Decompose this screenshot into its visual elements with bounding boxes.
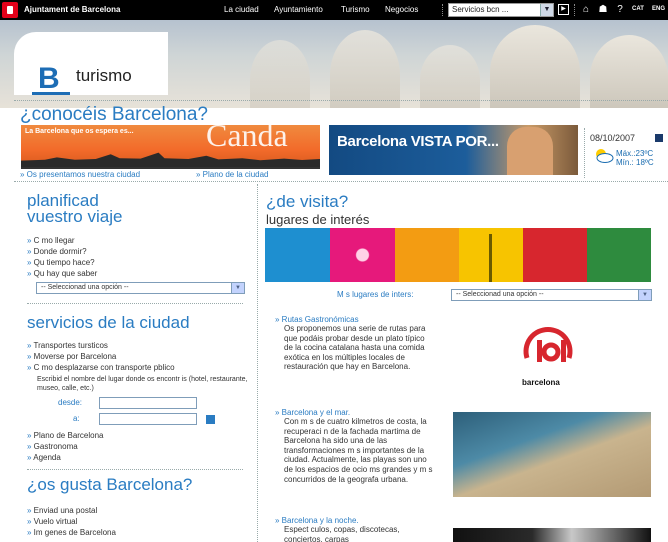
place-thumb-cablecar[interactable] [523,228,587,282]
sitemap-icon[interactable]: ☗ [597,4,609,16]
link-como-llegar[interactable]: » C mo llegar [27,236,75,245]
plan-heading-2: vuestro viaje [27,207,123,226]
services-select-value: Servicios bcn ... [452,5,509,14]
link-que-saber[interactable]: » Qu hay que saber [27,269,97,278]
a-label: a: [73,414,80,423]
hero-heading: ¿conocéis Barcelona? [20,104,208,125]
logo-text: barcelona [522,378,560,387]
plan-select-value: -- Seleccionad una opción -- [41,284,129,291]
page: Ajuntament de Barcelona La ciudad Ayunta… [0,0,668,542]
chevron-down-icon: ▼ [231,283,244,293]
link-imagenes[interactable]: » Im genes de Barcelona [27,528,116,537]
desde-input[interactable] [99,397,197,409]
plus-icon[interactable] [655,134,663,142]
sun-cloud-icon [596,149,614,163]
divider [27,469,243,470]
gusta-heading: ¿os gusta Barcelona? [27,475,193,494]
visita-subheading: lugares de interés [266,212,370,227]
services-select[interactable]: Servicios bcn ... ▼ [448,3,554,17]
weather-min: Mín.: 18ºC [616,158,654,167]
section-title[interactable]: turismo [76,66,132,86]
link-que-tiempo[interactable]: » Qu tiempo hace? [27,258,95,267]
nav-divider [442,4,443,16]
vista-por-banner[interactable]: Barcelona VISTA POR... [329,125,578,175]
column-divider [257,184,258,542]
banner-bottom-bar [21,167,320,169]
item-title-rutas[interactable]: » Rutas Gastronómicas [275,315,359,324]
nav-negocios[interactable]: Negocios [385,5,418,14]
search-go-icon[interactable] [206,415,215,424]
divider [27,303,243,304]
weather-max: Máx.:23ºC [616,149,654,158]
lang-cat[interactable]: CAT [632,6,644,12]
site-title[interactable]: Ajuntament de Barcelona [24,5,120,14]
nav-ayuntamiento[interactable]: Ayuntamiento [274,5,323,14]
barcelona-gastronomy-logo[interactable] [519,318,577,376]
item-title-mar[interactable]: » Barcelona y el mar. [275,408,350,417]
divider [14,100,668,101]
chevron-down-icon: ▼ [540,4,553,16]
desde-label: desde: [58,398,83,407]
nav-la-ciudad[interactable]: La ciudad [224,5,259,14]
more-places-label: M s lugares de inters: [337,290,414,299]
face-photo [507,127,553,175]
plan-select[interactable]: -- Seleccionad una opción -- ▼ [36,282,245,294]
item-title-noche[interactable]: » Barcelona y la noche. [275,516,359,525]
link-donde-dormir[interactable]: » Donde dormir? [27,247,87,256]
chevron-down-icon: ▼ [638,290,651,300]
link-plano-barcelona[interactable]: » Plano de Barcelona [27,431,104,440]
route-instructions: Escribid el nombre del lugar donde os en… [37,376,248,392]
link-transportes[interactable]: » Transportes tursticos [27,341,108,350]
link-agenda[interactable]: » Agenda [27,453,61,462]
beach-photo[interactable] [453,412,651,497]
go-button[interactable]: ▶ [558,4,569,15]
night-photo[interactable] [453,528,651,542]
place-thumb-beach[interactable] [265,228,330,282]
canda-banner[interactable]: La Barcelona que os espera es... Canda [21,125,320,167]
link-transporte-publico[interactable]: » C mo desplazarse con transporte pblico [27,363,175,372]
home-icon[interactable]: ⌂ [580,4,592,16]
item-desc-noche: Espect culos, copas, discotecas, concier… [284,525,400,542]
logo-underline [32,92,70,95]
place-thumb-tower[interactable] [459,228,523,282]
link-vuelo-virtual[interactable]: » Vuelo virtual [27,517,77,526]
divider [584,128,585,178]
places-select-value: -- Seleccionad una opción -- [456,291,544,298]
banner-caption: La Barcelona que os espera es... [25,128,134,135]
turismo-logo-letter[interactable]: B [38,64,60,94]
banner-word: Canda [206,125,288,153]
place-thumb-park[interactable] [587,228,651,282]
nav-divider [574,4,575,16]
a-input[interactable] [99,413,197,425]
lang-eng[interactable]: ENG [652,6,665,12]
servicios-heading: servicios de la ciudad [27,313,190,332]
place-thumb-tibidabo[interactable] [395,228,459,282]
link-postal[interactable]: » Enviad una postal [27,506,97,515]
hero-link-plano[interactable]: » Plano de la ciudad [196,170,269,179]
place-thumb-mosaic[interactable] [330,228,395,282]
ajuntament-logo-icon[interactable] [2,2,18,18]
item-desc-rutas: Os proponemos una serie de rutas para qu… [284,324,426,372]
visita-heading: ¿de visita? [266,192,349,211]
nav-turismo[interactable]: Turismo [341,5,370,14]
divider [14,181,668,182]
weather-date: 08/10/2007 [590,133,636,143]
link-gastronomia[interactable]: » Gastronoma [27,442,78,451]
help-icon[interactable]: ? [614,4,626,16]
link-moverse[interactable]: » Moverse por Barcelona [27,352,116,361]
hero-link-presentamos[interactable]: » Os presentamos nuestra ciudad [20,170,140,179]
places-select[interactable]: -- Seleccionad una opción -- ▼ [451,289,652,301]
top-bar: Ajuntament de Barcelona La ciudad Ayunta… [0,0,668,20]
banner2-title: Barcelona VISTA POR... [337,133,499,150]
item-desc-mar: Con m s de cuatro kilmetros de costa, la… [284,417,433,484]
